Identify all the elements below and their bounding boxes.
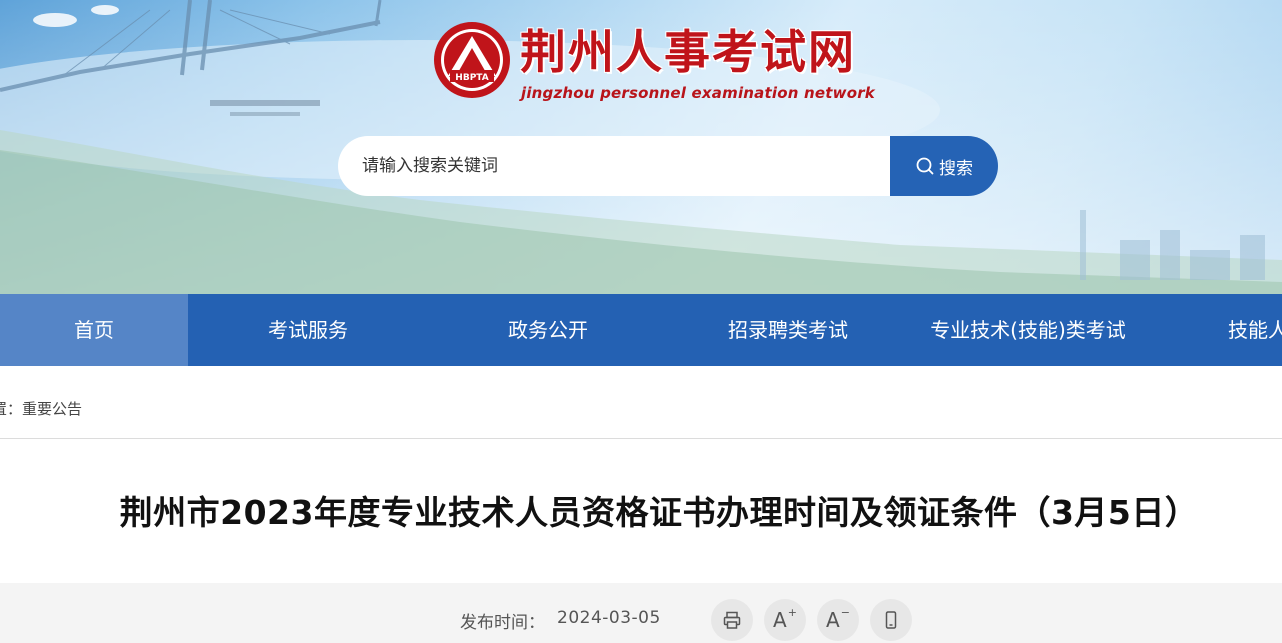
breadcrumb-prefix: 置： xyxy=(0,400,23,418)
hbpta-emblem-icon: HBPTA xyxy=(434,22,510,98)
divider xyxy=(0,438,1282,439)
nav-item-professional-exams[interactable]: 专业技术(技能)类考试 xyxy=(908,294,1148,366)
main-nav: 首页 考试服务 政务公开 招录聘类考试 专业技术(技能)类考试 技能人才 xyxy=(0,294,1282,366)
site-logo[interactable]: HBPTA 荆州人事考试网 jingzhou personnel examina… xyxy=(432,20,912,110)
nav-item-government-affairs[interactable]: 政务公开 xyxy=(428,294,668,366)
nav-item-skilled-talent[interactable]: 技能人才 xyxy=(1148,294,1282,366)
breadcrumb-current[interactable]: 重要公告 xyxy=(22,400,82,418)
printer-icon xyxy=(723,611,741,629)
nav-item-exam-services[interactable]: 考试服务 xyxy=(188,294,428,366)
search-icon xyxy=(915,156,935,176)
print-button[interactable] xyxy=(711,599,753,641)
publish-date: 2024-03-05 xyxy=(557,608,661,628)
svg-text:HBPTA: HBPTA xyxy=(455,73,488,83)
search-input[interactable] xyxy=(338,136,890,196)
font-decrease-button[interactable]: A− xyxy=(817,599,859,641)
nav-item-home[interactable]: 首页 xyxy=(0,294,188,366)
font-increase-icon: A+ xyxy=(773,606,797,632)
publish-label: 发布时间： xyxy=(460,613,545,633)
mobile-icon xyxy=(885,611,897,629)
site-title: 荆州人事考试网 xyxy=(520,25,856,79)
mobile-view-button[interactable] xyxy=(870,599,912,641)
search-bar: 搜索 xyxy=(338,136,998,196)
breadcrumb: 置：重要公告 xyxy=(0,398,82,419)
font-increase-button[interactable]: A+ xyxy=(764,599,806,641)
font-decrease-icon: A− xyxy=(826,606,850,632)
search-button[interactable]: 搜索 xyxy=(890,136,998,196)
header-banner: HBPTA 荆州人事考试网 jingzhou personnel examina… xyxy=(0,0,1282,294)
search-button-label: 搜索 xyxy=(939,158,973,179)
article-title: 荆州市2023年度专业技术人员资格证书办理时间及领证条件（3月5日） xyxy=(119,493,1199,532)
nav-item-recruitment-exams[interactable]: 招录聘类考试 xyxy=(668,294,908,366)
site-subtitle: jingzhou personnel examination network xyxy=(521,84,875,102)
